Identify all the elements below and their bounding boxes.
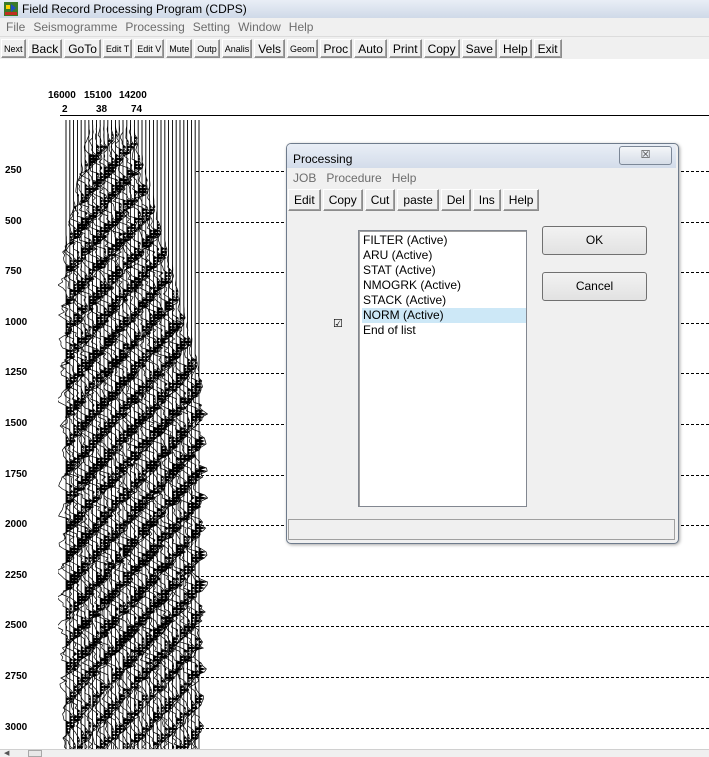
- menu-processing[interactable]: Processing: [121, 20, 188, 34]
- time-axis-label: 1500: [5, 418, 28, 429]
- time-gridline: [196, 575, 709, 577]
- list-item[interactable]: NMOGRK (Active): [362, 278, 526, 293]
- time-axis-label: 3000: [5, 721, 28, 733]
- toolbar-button-auto[interactable]: Auto: [354, 39, 387, 58]
- time-axis-label: 2000: [5, 519, 28, 531]
- toolbar-button-edit-v[interactable]: Edit V: [134, 39, 165, 58]
- dialog-menu-job[interactable]: JOB: [288, 171, 321, 185]
- main-toolbar: Next Back GoTo Edit T Edit V Mute Outp Analis Ve…: [0, 37, 709, 59]
- dialog-title: Processing: [293, 152, 353, 166]
- menu-window[interactable]: Window: [234, 20, 285, 34]
- dialog-menu-help[interactable]: Help: [387, 171, 422, 185]
- menu-seismogramme[interactable]: Seismogramme: [29, 20, 121, 34]
- time-gridline: [196, 727, 709, 729]
- toolbar-button-print[interactable]: Print: [388, 39, 422, 58]
- menu-file[interactable]: File: [2, 20, 29, 34]
- toolbar-button-copy[interactable]: Copy: [423, 39, 460, 58]
- dialog-menu-procedure[interactable]: Procedure: [321, 171, 386, 185]
- time-gridline: [196, 677, 709, 678]
- insert-button[interactable]: Ins: [472, 189, 501, 211]
- time-axis-label: 2500: [5, 620, 28, 632]
- toolbar-button-save[interactable]: Save: [461, 39, 497, 58]
- menu-setting[interactable]: Setting: [189, 20, 234, 34]
- time-axis-label: 500: [5, 215, 22, 227]
- edit-button[interactable]: Edit: [288, 189, 321, 211]
- copy-button[interactable]: Copy: [322, 189, 363, 211]
- toolbar-button-proc[interactable]: Proc: [319, 39, 353, 58]
- toolbar-button-outp[interactable]: Outp: [194, 39, 220, 58]
- app-icon: [4, 2, 18, 16]
- trace-header-value: 16000: [48, 90, 76, 101]
- list-item-selected[interactable]: NORM (Active): [362, 308, 526, 323]
- list-item[interactable]: End of list: [362, 323, 526, 338]
- cancel-button[interactable]: Cancel: [542, 272, 647, 301]
- list-item[interactable]: ARU (Active): [362, 248, 526, 263]
- dialog-title-bar: Processing ☒: [287, 144, 676, 168]
- delete-button[interactable]: Del: [440, 189, 471, 211]
- time-axis-label: 750: [5, 266, 22, 278]
- dialog-menu-bar: JOB Procedure Help: [288, 168, 677, 187]
- time-axis-label: 1750: [5, 468, 28, 480]
- toolbar-button-goto[interactable]: GoTo: [64, 39, 101, 58]
- seismic-traces: [58, 120, 208, 750]
- toolbar-button-analis[interactable]: Analis: [221, 39, 253, 58]
- toolbar-button-exit[interactable]: Exit: [533, 39, 562, 58]
- dialog-toolbar: Edit Copy Cut paste Del Ins Help: [288, 189, 541, 211]
- processing-dialog: Processing ☒ JOB Procedure Help Edit Cop…: [286, 143, 679, 544]
- toolbar-button-geom[interactable]: Geom: [286, 39, 318, 58]
- close-icon: ☒: [640, 149, 651, 161]
- active-checkbox[interactable]: ☑: [333, 319, 344, 330]
- time-axis-label: 1000: [5, 316, 28, 328]
- dialog-help-button[interactable]: Help: [502, 189, 540, 211]
- trace-header-value: 14200: [119, 90, 147, 101]
- time-axis-label: 2750: [5, 671, 28, 682]
- time-gridline: [196, 626, 709, 628]
- menu-bar: File Seismogramme Processing Setting Win…: [0, 18, 709, 37]
- trace-number: 74: [131, 104, 143, 115]
- dialog-close-button[interactable]: ☒: [619, 146, 672, 165]
- title-bar: Field Record Processing Program (CDPS): [0, 0, 709, 19]
- paste-button[interactable]: paste: [397, 189, 439, 211]
- top-axis-line: [60, 115, 709, 116]
- trace-header-value: 15100: [84, 90, 112, 101]
- time-axis-label: 1250: [5, 367, 28, 379]
- list-item[interactable]: STACK (Active): [362, 293, 526, 308]
- list-item[interactable]: FILTER (Active): [362, 233, 526, 248]
- toolbar-button-vels[interactable]: Vels: [254, 39, 285, 58]
- trace-number: 38: [96, 104, 108, 115]
- procedure-list[interactable]: FILTER (Active) ARU (Active) STAT (Activ…: [358, 230, 527, 507]
- trace-number: 2: [62, 104, 68, 115]
- time-axis-label: 250: [5, 165, 22, 176]
- dialog-status-bar: [288, 519, 675, 540]
- toolbar-button-help[interactable]: Help: [498, 39, 532, 58]
- window-title: Field Record Processing Program (CDPS): [22, 2, 247, 16]
- toolbar-button-edit-t[interactable]: Edit T: [102, 39, 133, 58]
- toolbar-button-back[interactable]: Back: [27, 39, 63, 58]
- ok-button[interactable]: OK: [542, 226, 647, 255]
- toolbar-button-mute[interactable]: Mute: [166, 39, 193, 58]
- toolbar-button-next[interactable]: Next: [1, 39, 26, 58]
- time-axis-label: 2250: [5, 569, 28, 581]
- list-item[interactable]: STAT (Active): [362, 263, 526, 278]
- menu-help[interactable]: Help: [285, 20, 318, 34]
- cut-button[interactable]: Cut: [364, 189, 396, 211]
